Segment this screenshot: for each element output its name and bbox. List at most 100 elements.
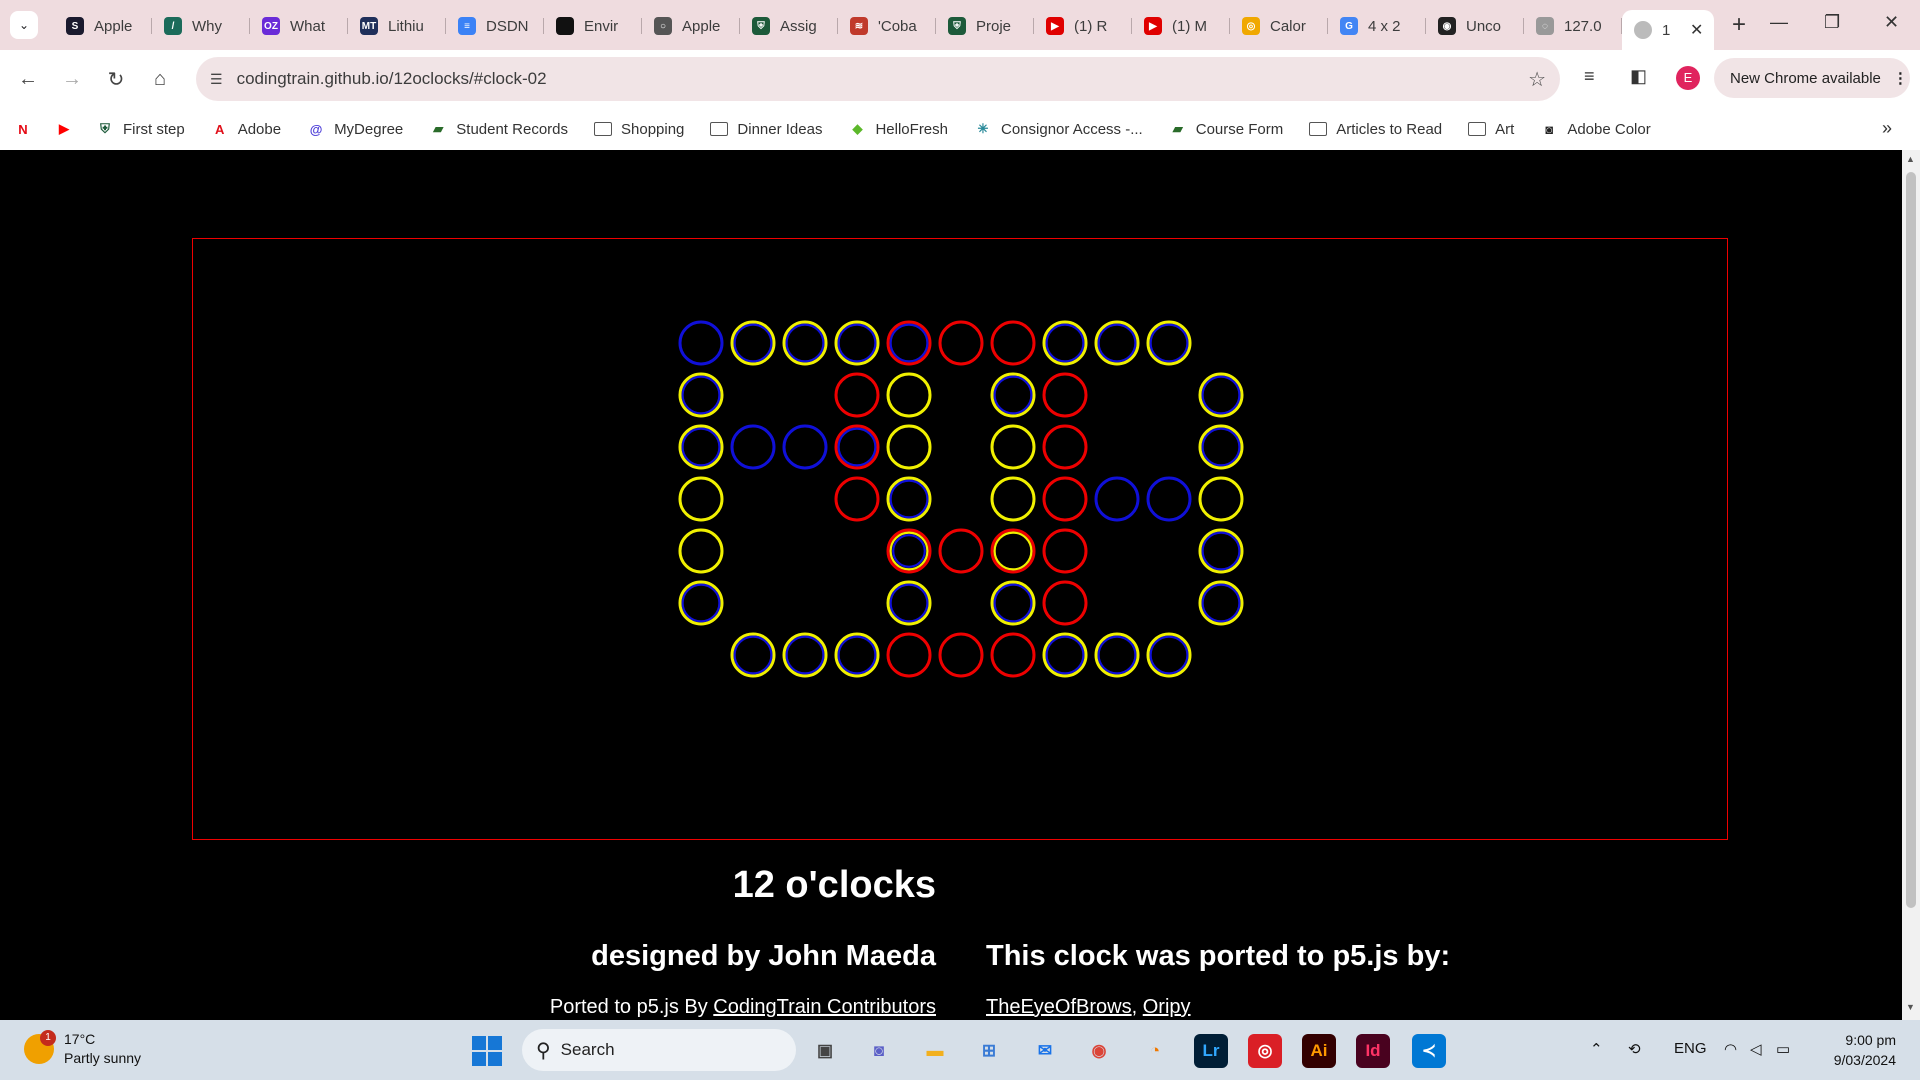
ring-stroke-blue	[892, 534, 926, 568]
weather-widget[interactable]: 1 17°C Partly sunny	[24, 1030, 141, 1068]
bookmark-12[interactable]: Art	[1468, 121, 1514, 138]
tab-2[interactable]: OZ What	[250, 9, 348, 43]
lightroom-icon[interactable]: Lr	[1194, 1034, 1228, 1068]
bookmark-2[interactable]: ⛨ First step	[96, 121, 185, 138]
tab-7[interactable]: ⛨ Assig	[740, 9, 838, 43]
tab-search-button[interactable]: ⌄	[10, 11, 38, 39]
tab-title: 1	[1662, 21, 1671, 39]
bookmark-5[interactable]: ▰ Student Records	[429, 121, 568, 138]
bookmark-8[interactable]: ◆ HelloFresh	[848, 121, 948, 138]
tab-15[interactable]: ◌ 127.0	[1524, 9, 1622, 43]
tab-3[interactable]: MT Lithiu	[348, 9, 446, 43]
chevron-up-icon[interactable]: ⌃	[1590, 1040, 1603, 1058]
mail-icon[interactable]: ✉	[1028, 1034, 1062, 1068]
ring-stroke-yellow	[886, 424, 932, 470]
file-explorer-icon[interactable]: ▬	[918, 1034, 952, 1068]
sync-icon[interactable]: ⟲	[1628, 1040, 1641, 1058]
language-indicator[interactable]: ENG	[1674, 1040, 1707, 1057]
tab-6[interactable]: ○ Apple	[642, 9, 740, 43]
wifi-icon[interactable]: ◠	[1724, 1040, 1737, 1058]
ring-stroke-blue	[993, 583, 1033, 623]
site-info-icon[interactable]: ☰	[210, 71, 223, 88]
bookmark-6[interactable]: Shopping	[594, 121, 684, 138]
reload-button[interactable]: ↻	[94, 67, 138, 92]
porter-link-2[interactable]: Oripy	[1143, 996, 1191, 1018]
clock-ring	[886, 580, 932, 626]
vscode-icon[interactable]: ≺	[1412, 1034, 1446, 1068]
taskbar-search[interactable]: ⚲ Search	[522, 1029, 796, 1071]
more-bookmarks-icon[interactable]: »	[1882, 118, 1892, 139]
ported-prefix: Ported to p5.js By	[549, 996, 714, 1018]
bookmarks-bar: N ▶ ⛨ First step A Adobe @ MyDegree ▰ Student Rec…	[0, 108, 1920, 150]
bookmark-1[interactable]: ▶	[55, 121, 82, 137]
tab-4[interactable]: ≡ DSDN	[446, 9, 544, 43]
folder-icon	[594, 122, 612, 136]
tab-11[interactable]: ▶ (1) M	[1132, 9, 1230, 43]
tab-0[interactable]: S Apple	[54, 9, 152, 43]
tab-13[interactable]: G 4 x 2	[1328, 9, 1426, 43]
tab-5[interactable]: Envir	[544, 9, 642, 43]
profile-avatar[interactable]: E	[1676, 66, 1700, 90]
store-icon[interactable]: ⊞	[972, 1034, 1006, 1068]
volume-icon[interactable]: ◁	[1750, 1040, 1762, 1058]
designer-credit: designed by John Maeda	[591, 940, 936, 972]
tab-close-icon[interactable]: ✕	[1690, 20, 1703, 40]
bookmark-9[interactable]: ✳ Consignor Access -...	[974, 121, 1143, 138]
bookmark-4[interactable]: @ MyDegree	[307, 121, 404, 138]
url-text[interactable]: codingtrain.github.io/12oclocks/#clock-0…	[237, 69, 547, 89]
chrome-icon[interactable]: ◉	[1082, 1034, 1116, 1068]
system-clock[interactable]: 9:00 pm 9/03/2024	[1818, 1030, 1896, 1070]
bookmark-icon: ▰	[433, 121, 444, 136]
battery-icon[interactable]: ▭	[1776, 1040, 1790, 1058]
clock-ring	[678, 372, 724, 418]
page-scrollbar[interactable]: ▲ ▼	[1902, 150, 1920, 1020]
bookmark-3[interactable]: A Adobe	[211, 121, 281, 138]
meet-icon[interactable]: ◙	[862, 1034, 896, 1068]
scrollbar-thumb[interactable]	[1906, 172, 1916, 908]
tab-10[interactable]: ▶ (1) R	[1034, 9, 1132, 43]
tab-favicon-icon: ◎	[1242, 17, 1260, 35]
minimize-button[interactable]: —	[1770, 12, 1788, 33]
scroll-down-icon[interactable]: ▼	[1906, 1002, 1915, 1012]
tab-12[interactable]: ◎ Calor	[1230, 9, 1328, 43]
media-controls-icon[interactable]: ≡	[1584, 66, 1595, 87]
address-bar[interactable]: ☰ codingtrain.github.io/12oclocks/#clock…	[196, 57, 1560, 101]
ring-stroke-blue	[837, 323, 877, 363]
porter-link-1[interactable]: TheEyeOfBrows	[986, 996, 1132, 1018]
tab-8[interactable]: ≋ 'Coba	[838, 9, 936, 43]
close-window-button[interactable]: ✕	[1884, 12, 1899, 33]
globe-icon	[1634, 21, 1652, 39]
tab-active[interactable]: 1 ✕	[1622, 10, 1714, 50]
tab-9[interactable]: ⛨ Proje	[936, 9, 1034, 43]
restore-button[interactable]: ❐	[1824, 12, 1840, 33]
task-view-icon[interactable]: ▣	[808, 1034, 842, 1068]
creative-cloud-icon[interactable]: ◎	[1248, 1034, 1282, 1068]
blender-icon[interactable]: ◔	[1138, 1034, 1172, 1068]
ported-credit: Ported to p5.js By CodingTrain Contribut…	[0, 996, 936, 1019]
bookmark-11[interactable]: Articles to Read	[1309, 121, 1442, 138]
side-panel-icon[interactable]: ◧	[1630, 66, 1647, 87]
tab-14[interactable]: ◉ Unco	[1426, 9, 1524, 43]
bookmark-star-icon[interactable]: ☆	[1528, 67, 1546, 92]
indesign-icon[interactable]: Id	[1356, 1034, 1390, 1068]
contributors-link[interactable]: CodingTrain Contributors	[713, 996, 936, 1018]
start-button[interactable]	[472, 1036, 502, 1066]
new-tab-button[interactable]: +	[1732, 11, 1746, 39]
scroll-up-icon[interactable]: ▲	[1906, 154, 1915, 164]
chrome-update-button[interactable]: New Chrome available ⋮	[1714, 58, 1910, 98]
ring-stroke-yellow	[886, 476, 932, 522]
ring-stroke-blue	[1201, 427, 1241, 467]
ring-stroke-blue	[678, 320, 724, 366]
tab-1[interactable]: / Why	[152, 9, 250, 43]
bookmark-0[interactable]: N	[14, 121, 41, 137]
bookmark-13[interactable]: ◙ Adobe Color	[1540, 121, 1650, 138]
forward-button[interactable]: →	[50, 68, 94, 91]
bookmark-7[interactable]: Dinner Ideas	[710, 121, 822, 138]
back-button[interactable]: ←	[6, 68, 50, 91]
illustrator-icon[interactable]: Ai	[1302, 1034, 1336, 1068]
home-button[interactable]: ⌂	[138, 68, 182, 91]
bookmark-10[interactable]: ▰ Course Form	[1169, 121, 1284, 138]
tab-title: What	[290, 17, 326, 35]
ring-stroke-yellow	[782, 320, 828, 366]
kebab-menu-icon[interactable]: ⋮	[1893, 69, 1908, 87]
